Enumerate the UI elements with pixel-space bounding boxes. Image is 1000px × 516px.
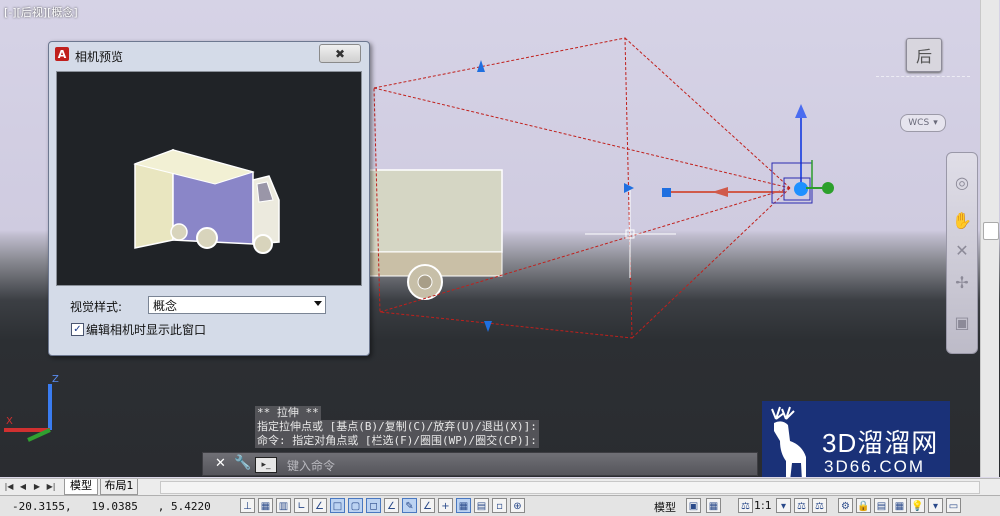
command-history: ** 拉伸 ** 指定拉伸点或 [基点(B)/复制(C)/放弃(U)/退出(X)…	[255, 406, 755, 448]
quick-properties-button[interactable]: ▦	[456, 498, 471, 513]
chevron-down-icon	[314, 301, 322, 306]
model-space-toggle[interactable]: 模型	[654, 499, 676, 515]
visual-style-select[interactable]: 概念	[148, 296, 326, 314]
prev-tab-icon[interactable]: ◀	[18, 481, 28, 492]
navigation-bar[interactable]: ◎ ✋ ✕ ✢ ▣	[946, 152, 978, 354]
coord-z: , 5.4220	[157, 500, 211, 513]
vertical-scrollbar[interactable]	[980, 0, 999, 477]
gizmo-button[interactable]: ⊕	[510, 498, 525, 513]
camera-preview-canvas	[56, 71, 362, 286]
zoom-icon[interactable]: ✕	[951, 239, 973, 261]
prompt-icon[interactable]: ▸_	[255, 457, 277, 473]
show-window-checkbox[interactable]: ✓	[71, 323, 84, 336]
ucs-icon: Z X	[4, 374, 59, 442]
quick-view-layouts-button[interactable]: ▣	[686, 498, 701, 513]
last-tab-icon[interactable]: ▶|	[46, 481, 56, 492]
camera-gizmo[interactable]	[771, 104, 834, 204]
watermark-deer-icon	[771, 406, 806, 477]
annotation-visibility-button[interactable]: ▾	[776, 498, 791, 513]
command-input[interactable]: 键入命令	[287, 457, 335, 474]
scrollbar-thumb[interactable]	[983, 222, 999, 240]
snap-mode-button[interactable]: ▦	[258, 498, 273, 513]
layout-tab-bar: |◀ ◀ ▶ ▶| 模型 布局1	[0, 478, 1000, 495]
polar-tracking-button[interactable]: ∠	[312, 498, 327, 513]
infer-constraints-button[interactable]: ⊥	[240, 498, 255, 513]
isolate-objects-icon[interactable]: ▦	[892, 498, 907, 513]
selection-cycling-button[interactable]: ▤	[474, 498, 489, 513]
grid-display-button[interactable]: ▥	[276, 498, 291, 513]
bulb-icon[interactable]: 💡	[910, 498, 925, 513]
history-line: ** 拉伸 **	[255, 406, 321, 420]
grip-bottom[interactable]	[484, 321, 492, 332]
object-snap-button[interactable]: □	[330, 498, 345, 513]
preview-truck	[133, 148, 280, 254]
toolbar-lock-icon[interactable]: 🔒	[856, 498, 871, 513]
grip-center[interactable]	[624, 183, 634, 193]
history-line: 命令: 指定对角点或 [栏选(F)/圈围(WP)/圈交(CP)]:	[255, 434, 539, 448]
chevron-down-icon: ▾	[933, 118, 938, 128]
crosshair-cursor	[585, 190, 676, 278]
annotation-scale-icon[interactable]: ⚖	[738, 498, 753, 513]
tab-model[interactable]: 模型	[64, 479, 98, 495]
auto-scale-button[interactable]: ⚖	[794, 498, 809, 513]
camera-preview-dialog[interactable]: A 相机预览 ✖ 视觉样式: 概念 ✓ 编辑相机时显示此窗口	[48, 41, 370, 356]
drawing-viewport[interactable]: [-][后视][概念] Z X 后 WCS ▾ ◎ ✋ ✕ ✢ ▣ A 相机预览…	[0, 0, 1000, 477]
first-tab-icon[interactable]: |◀	[4, 481, 14, 492]
coord-y: 19.0385	[91, 500, 138, 513]
visual-style-value: 概念	[153, 298, 178, 313]
svg-text:Z: Z	[52, 374, 59, 385]
wcs-label: WCS	[908, 118, 930, 128]
checkbox-label[interactable]: 编辑相机时显示此窗口	[86, 321, 206, 338]
grip-target[interactable]	[662, 188, 671, 197]
svg-text:X: X	[6, 416, 13, 427]
history-line: 指定拉伸点或 [基点(B)/复制(C)/放弃(U)/退出(X)]:	[255, 420, 539, 434]
close-icon[interactable]: ✕	[215, 456, 226, 471]
wrench-icon[interactable]: 🔧	[234, 455, 251, 471]
close-button[interactable]: ✖	[319, 44, 361, 63]
object-snap-tracking-button[interactable]: ◻	[366, 498, 381, 513]
watermark-domain: 3D66.COM	[824, 457, 926, 476]
wcs-menu[interactable]: WCS ▾	[900, 114, 946, 132]
next-tab-icon[interactable]: ▶	[32, 481, 42, 492]
viewcube-compass-ring[interactable]	[876, 72, 970, 77]
status-bar: -20.3155, 19.0385 , 5.4220 ⊥ ▦ ▥ ∟ ∠ □ ▢…	[0, 495, 1000, 516]
tab-layout1[interactable]: 布局1	[100, 479, 138, 495]
show-lineweight-button[interactable]: ∠	[420, 498, 435, 513]
annotation-scale[interactable]: 1:1	[754, 499, 772, 512]
annotation-monitor-button[interactable]: ▫	[492, 498, 507, 513]
3d-object-snap-button[interactable]: ▢	[348, 498, 363, 513]
hardware-acceleration-icon[interactable]: ▤	[874, 498, 889, 513]
coordinate-readout: -20.3155, 19.0385 , 5.4220	[12, 500, 211, 513]
annotation-add-button[interactable]: ⚖	[812, 498, 827, 513]
truck-model[interactable]	[367, 169, 503, 300]
dialog-title: 相机预览	[75, 50, 124, 64]
dynamic-input-button[interactable]: ✎	[402, 498, 417, 513]
horizontal-scrollbar[interactable]	[160, 481, 980, 494]
showmotion-icon[interactable]: ▣	[951, 311, 973, 333]
watermark-brand: 3D溜溜网	[822, 428, 939, 458]
autocad-logo-icon: A	[55, 47, 69, 61]
hand-icon[interactable]: ✋	[951, 209, 973, 231]
watermark-logo: 3D溜溜网 3D66.COM	[762, 401, 950, 477]
status-menu-chevron-icon[interactable]: ▾	[928, 498, 943, 513]
ortho-mode-button[interactable]: ∟	[294, 498, 309, 513]
command-line[interactable]: ✕ 🔧 ▸_ 键入命令	[202, 452, 758, 476]
coord-x: -20.3155,	[12, 500, 72, 513]
workspace-gear-icon[interactable]: ⚙	[838, 498, 853, 513]
dynamic-ucs-button[interactable]: ∠	[384, 498, 399, 513]
transparency-button[interactable]: +	[438, 498, 453, 513]
steering-wheel-icon[interactable]: ◎	[951, 171, 973, 193]
clean-screen-button[interactable]: ▭	[946, 498, 961, 513]
viewcube-back-face[interactable]: 后	[906, 38, 942, 72]
visual-style-label: 视觉样式:	[70, 300, 123, 314]
quick-view-drawings-button[interactable]: ▦	[706, 498, 721, 513]
orbit-icon[interactable]: ✢	[951, 271, 973, 293]
